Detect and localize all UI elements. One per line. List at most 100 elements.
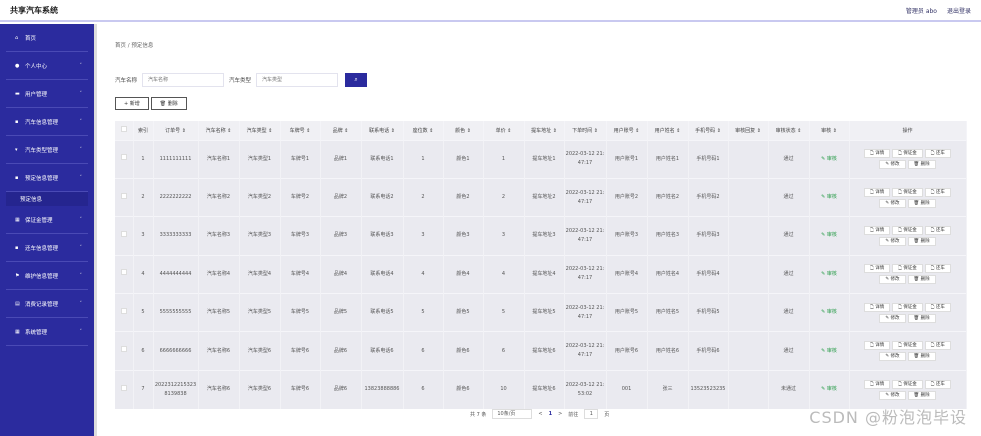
column-header[interactable]: 品牌 ⇕ <box>320 121 362 140</box>
sidebar-item[interactable]: ▪ 预定信息管理 ˅ <box>6 164 88 192</box>
sidebar-item[interactable]: ▾ 汽车类型管理 ˅ <box>6 136 88 164</box>
edit-button[interactable]: ✎ 修改 <box>879 352 906 362</box>
deposit-button[interactable]: 🗋 保证金 <box>892 379 923 389</box>
sidebar-item[interactable]: ▪ 汽车信息管理 ˅ <box>6 108 88 136</box>
column-header[interactable]: 索引 <box>133 121 154 140</box>
deposit-button[interactable]: 🗋 保证金 <box>892 264 923 274</box>
car-type-input[interactable] <box>256 73 339 87</box>
prev-page-button[interactable]: < <box>538 411 542 417</box>
deposit-button[interactable]: 🗋 保证金 <box>892 149 923 159</box>
review-button[interactable]: ✎ 审核 <box>821 232 837 238</box>
detail-button[interactable]: 🗋 详情 <box>864 379 891 389</box>
sidebar-item[interactable]: ● 个人中心 ˅ <box>6 52 88 80</box>
row-checkbox[interactable] <box>120 346 127 353</box>
column-header[interactable]: 用户账号 ⇕ <box>606 121 648 140</box>
delete-row-button[interactable]: 🗑 删除 <box>907 275 936 285</box>
column-header[interactable]: 审核 ⇕ <box>809 121 850 140</box>
detail-button[interactable]: 🗋 详情 <box>864 302 891 312</box>
edit-button[interactable]: ✎ 修改 <box>879 160 906 170</box>
current-user[interactable]: 管理员 abo <box>906 6 937 15</box>
sidebar-item[interactable]: ⌂ 首页 <box>6 24 88 52</box>
column-header[interactable]: 操作 <box>849 121 967 140</box>
delete-row-button[interactable]: 🗑 删除 <box>907 352 936 362</box>
row-checkbox[interactable] <box>120 192 127 199</box>
breadcrumb-home[interactable]: 首页 <box>115 43 126 49</box>
sidebar-item[interactable]: ▦ 系统管理 ˅ <box>6 318 88 346</box>
detail-button[interactable]: 🗋 详情 <box>864 225 891 235</box>
delete-row-button[interactable]: 🗑 删除 <box>907 198 936 208</box>
delete-row-button[interactable]: 🗑 删除 <box>907 390 936 400</box>
delete-row-button[interactable]: 🗑 删除 <box>907 313 936 323</box>
page-1[interactable]: 1 <box>549 411 552 417</box>
return-car-button[interactable]: 🗋 还车 <box>924 187 951 197</box>
column-header[interactable]: 座位数 ⇕ <box>403 121 444 140</box>
edit-button[interactable]: ✎ 修改 <box>879 390 906 400</box>
review-button[interactable]: ✎ 审核 <box>821 271 837 277</box>
column-header[interactable]: 审核回复 ⇕ <box>728 121 769 140</box>
edit-button[interactable]: ✎ 修改 <box>879 198 906 208</box>
column-header[interactable]: 车牌号 ⇕ <box>280 121 321 140</box>
row-checkbox[interactable] <box>120 384 127 391</box>
row-checkbox[interactable] <box>120 154 127 161</box>
review-button[interactable]: ✎ 审核 <box>821 348 837 354</box>
table-cell: 2 <box>133 177 154 217</box>
row-checkbox[interactable] <box>120 269 127 276</box>
column-header[interactable]: 手机号码 ⇕ <box>688 121 729 140</box>
sidebar-item[interactable]: ▪ 还车信息管理 ˅ <box>6 234 88 262</box>
pagination: 共 7 条 10条/页 < 1 > 前往 1 页 <box>470 409 609 419</box>
row-checkbox[interactable] <box>120 230 127 237</box>
row-checkbox[interactable] <box>120 307 127 314</box>
detail-button[interactable]: 🗋 详情 <box>864 149 891 159</box>
column-header[interactable]: 下单时间 ⇕ <box>564 121 607 140</box>
return-car-button[interactable]: 🗋 还车 <box>924 302 951 312</box>
watermark: CSDN @粉泡泡毕设 <box>809 408 967 427</box>
sidebar-item[interactable]: ▦ 保证金管理 ˅ <box>6 206 88 234</box>
column-header[interactable] <box>115 121 134 140</box>
return-car-button[interactable]: 🗋 还车 <box>924 341 951 351</box>
sidebar-item[interactable]: ▤ 消费记录管理 ˅ <box>6 290 88 318</box>
sidebar-item[interactable]: ▬ 用户管理 ˅ <box>6 80 88 108</box>
return-car-button[interactable]: 🗋 还车 <box>924 225 951 235</box>
column-header[interactable]: 联系电话 ⇕ <box>361 121 404 140</box>
edit-button[interactable]: ✎ 修改 <box>879 313 906 323</box>
return-car-button[interactable]: 🗋 还车 <box>924 379 951 389</box>
column-header[interactable]: 订单号 ⇕ <box>153 121 199 140</box>
column-header[interactable]: 用户姓名 ⇕ <box>647 121 689 140</box>
review-button[interactable]: ✎ 审核 <box>821 386 837 392</box>
search-button[interactable]: ⌕ <box>345 73 368 87</box>
car-name-input[interactable] <box>142 73 225 87</box>
column-header[interactable]: 单价 ⇕ <box>483 121 525 140</box>
deposit-button[interactable]: 🗋 保证金 <box>892 187 923 197</box>
delete-button[interactable]: 🗑 删除 <box>150 97 187 110</box>
select-all-checkbox[interactable] <box>120 126 127 133</box>
review-button[interactable]: ✎ 审核 <box>821 194 837 200</box>
add-button[interactable]: + 新增 <box>115 97 149 110</box>
goto-page-input[interactable]: 1 <box>584 409 599 419</box>
review-button[interactable]: ✎ 审核 <box>821 309 837 315</box>
return-car-button[interactable]: 🗋 还车 <box>924 149 951 159</box>
column-header[interactable]: 汽车名称 ⇕ <box>198 121 240 140</box>
logout-link[interactable]: 退出登录 <box>947 6 971 15</box>
edit-button[interactable]: ✎ 修改 <box>879 275 906 285</box>
deposit-button[interactable]: 🗋 保证金 <box>892 225 923 235</box>
next-page-button[interactable]: > <box>558 411 562 417</box>
table-cell: 手机号码1 <box>688 139 729 179</box>
delete-row-button[interactable]: 🗑 删除 <box>907 236 936 246</box>
sidebar-subitem[interactable]: 预定信息 <box>6 192 88 206</box>
detail-button[interactable]: 🗋 详情 <box>864 187 891 197</box>
review-button[interactable]: ✎ 审核 <box>821 156 837 162</box>
table-cell: 7 <box>133 369 154 409</box>
return-car-button[interactable]: 🗋 还车 <box>924 264 951 274</box>
edit-button[interactable]: ✎ 修改 <box>879 236 906 246</box>
sidebar-item[interactable]: ⚑ 维护信息管理 ˅ <box>6 262 88 290</box>
detail-button[interactable]: 🗋 详情 <box>864 341 891 351</box>
column-header[interactable]: 颜色 ⇕ <box>443 121 484 140</box>
delete-row-button[interactable]: 🗑 删除 <box>907 160 936 170</box>
page-size-select[interactable]: 10条/页 <box>492 409 533 419</box>
deposit-button[interactable]: 🗋 保证金 <box>892 302 923 312</box>
detail-button[interactable]: 🗋 详情 <box>864 264 891 274</box>
column-header[interactable]: 审核状态 ⇕ <box>768 121 810 140</box>
column-header[interactable]: 汽车类型 ⇕ <box>239 121 281 140</box>
deposit-button[interactable]: 🗋 保证金 <box>892 341 923 351</box>
column-header[interactable]: 提车地址 ⇕ <box>524 121 565 140</box>
